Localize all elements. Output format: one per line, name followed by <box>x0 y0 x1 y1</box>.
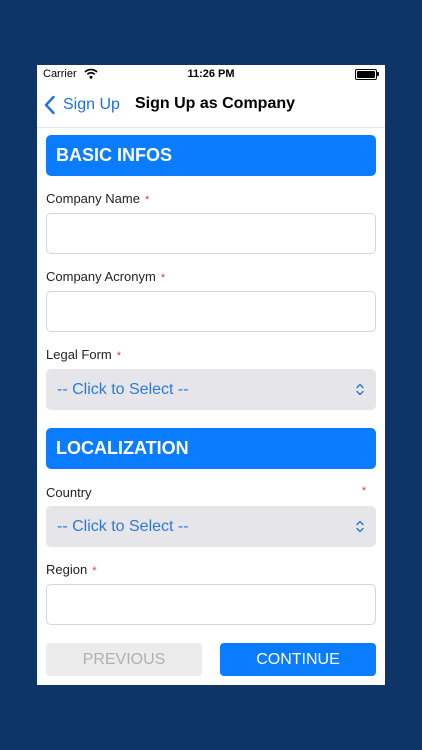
back-label: Sign Up <box>63 96 120 113</box>
region-field[interactable] <box>46 584 376 625</box>
country-select[interactable]: -- Click to Select -- <box>46 506 376 547</box>
battery-icon <box>355 69 379 80</box>
section-header-localization: LOCALIZATION <box>46 428 376 469</box>
legal-form-label-text: Legal Form <box>46 347 112 362</box>
country-label-text: Country <box>46 485 92 500</box>
page-title: Sign Up as Company <box>135 95 296 112</box>
company-acronym-label: Company Acronym * <box>46 269 165 284</box>
company-name-label: Company Name * <box>46 191 149 206</box>
legal-form-select[interactable]: -- Click to Select -- <box>46 369 376 410</box>
previous-button[interactable]: PREVIOUS <box>46 643 202 676</box>
chevron-up-down-icon <box>356 383 364 396</box>
required-marker: * <box>361 485 366 497</box>
chevron-up-down-icon <box>356 520 364 533</box>
status-time: 11:26 PM <box>187 68 235 80</box>
legal-form-label: Legal Form * <box>46 347 121 362</box>
required-marker: * <box>160 272 166 284</box>
region-label: Region * <box>46 562 96 577</box>
region-label-text: Region <box>46 562 88 577</box>
company-acronym-field[interactable] <box>46 291 376 332</box>
company-name-field[interactable] <box>46 213 376 254</box>
required-marker: * <box>92 565 97 577</box>
company-name-label-text: Company Name <box>46 191 140 206</box>
continue-button[interactable]: CONTINUE <box>220 643 376 676</box>
section-header-basic-infos: BASIC INFOS <box>46 135 376 176</box>
company-acronym-label-text: Company Acronym <box>46 269 156 284</box>
chevron-left-icon <box>44 95 55 115</box>
status-bar: Carrier 11:26 PM <box>37 65 385 83</box>
country-select-value: -- Click to Select -- <box>57 517 189 535</box>
required-marker: * <box>144 194 150 206</box>
country-label: Country * <box>46 485 376 500</box>
back-button[interactable]: Sign Up <box>43 93 120 117</box>
required-marker: * <box>116 350 122 362</box>
legal-form-select-value: -- Click to Select -- <box>57 380 189 398</box>
phone-screen: Carrier 11:26 PM Sign Up Sign Up as Comp… <box>37 65 385 685</box>
navigation-bar: Sign Up Sign Up as Company <box>37 83 385 128</box>
